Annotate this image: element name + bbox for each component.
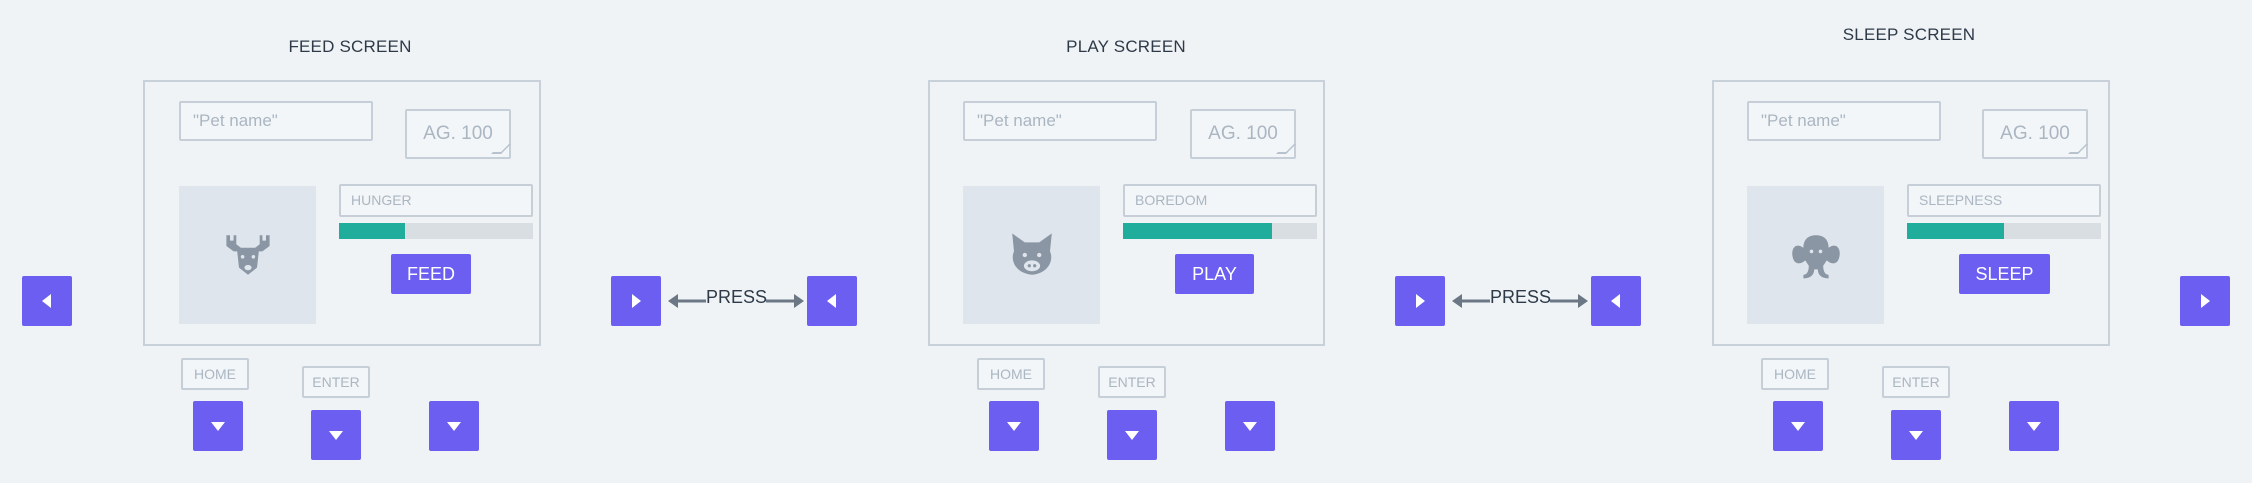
triangle-down-icon xyxy=(326,425,346,445)
boredom-label: BOREDOM xyxy=(1123,184,1317,217)
next-screen-button[interactable] xyxy=(1395,276,1445,326)
enter-down-button[interactable] xyxy=(311,410,361,460)
triangle-right-icon xyxy=(1410,291,1430,311)
triangle-down-icon xyxy=(444,416,464,436)
triangle-down-icon xyxy=(1240,416,1260,436)
sleep-button[interactable]: SLEEP xyxy=(1959,254,2050,294)
age-field[interactable]: AG. 100 xyxy=(405,109,511,159)
triangle-down-icon xyxy=(1004,416,1024,436)
triangle-down-icon xyxy=(208,416,228,436)
resize-grip-icon xyxy=(1276,144,1296,154)
elephant-icon xyxy=(1789,228,1843,282)
triangle-left-icon xyxy=(1606,291,1626,311)
triangle-down-icon xyxy=(1788,416,1808,436)
enter-tag: ENTER xyxy=(302,366,370,398)
pet-name-input[interactable]: "Pet name" xyxy=(963,101,1157,141)
pig-icon xyxy=(1005,228,1059,282)
enter-tag: ENTER xyxy=(1882,366,1950,398)
triangle-right-icon xyxy=(2195,291,2215,311)
enter-tag: ENTER xyxy=(1098,366,1166,398)
triangle-down-icon xyxy=(1122,425,1142,445)
pet-image xyxy=(179,186,316,324)
age-field[interactable]: AG. 100 xyxy=(1190,109,1296,159)
home-tag: HOME xyxy=(977,358,1045,390)
pet-image xyxy=(1747,186,1884,324)
home-down-button[interactable] xyxy=(193,401,243,451)
play-screen-title: PLAY SCREEN xyxy=(1066,37,1186,56)
triangle-left-icon xyxy=(822,291,842,311)
next-down-button[interactable] xyxy=(2009,401,2059,451)
pet-image xyxy=(963,186,1100,324)
home-tag: HOME xyxy=(1761,358,1829,390)
resize-grip-icon xyxy=(491,144,511,154)
sleepness-progress-fill xyxy=(1907,223,2004,239)
deer-icon xyxy=(221,228,275,282)
press-label: PRESS xyxy=(1490,287,1552,307)
feed-screen-title: FEED SCREEN xyxy=(288,37,412,56)
sleepness-label: SLEEPNESS xyxy=(1907,184,2101,217)
resize-grip-icon xyxy=(2068,144,2088,154)
prev-screen-button[interactable] xyxy=(1591,276,1641,326)
home-tag: HOME xyxy=(181,358,249,390)
play-button[interactable]: PLAY xyxy=(1175,254,1254,294)
next-down-button[interactable] xyxy=(1225,401,1275,451)
triangle-down-icon xyxy=(2024,416,2044,436)
home-down-button[interactable] xyxy=(989,401,1039,451)
age-value: AG. 100 xyxy=(2000,123,2070,144)
hunger-label: HUNGER xyxy=(339,184,533,217)
prev-screen-button[interactable] xyxy=(22,276,72,326)
feed-button[interactable]: FEED xyxy=(391,254,471,294)
age-field[interactable]: AG. 100 xyxy=(1982,109,2088,159)
age-value: AG. 100 xyxy=(1208,123,1278,144)
triangle-right-icon xyxy=(626,291,646,311)
boredom-progress-fill xyxy=(1123,223,1273,239)
pet-name-input[interactable]: "Pet name" xyxy=(179,101,373,141)
home-down-button[interactable] xyxy=(1773,401,1823,451)
hunger-progress-fill xyxy=(339,223,405,239)
sleepness-progress-bar xyxy=(1907,223,2101,239)
triangle-left-icon xyxy=(37,291,57,311)
pet-name-input[interactable]: "Pet name" xyxy=(1747,101,1941,141)
next-screen-button[interactable] xyxy=(611,276,661,326)
hunger-progress-bar xyxy=(339,223,533,239)
press-label: PRESS xyxy=(706,287,768,307)
triangle-down-icon xyxy=(1906,425,1926,445)
sleep-screen-title: SLEEP SCREEN xyxy=(1842,25,1976,44)
boredom-progress-bar xyxy=(1123,223,1317,239)
prev-screen-button[interactable] xyxy=(807,276,857,326)
enter-down-button[interactable] xyxy=(1107,410,1157,460)
age-value: AG. 100 xyxy=(423,123,493,144)
enter-down-button[interactable] xyxy=(1891,410,1941,460)
next-screen-button[interactable] xyxy=(2180,276,2230,326)
next-down-button[interactable] xyxy=(429,401,479,451)
